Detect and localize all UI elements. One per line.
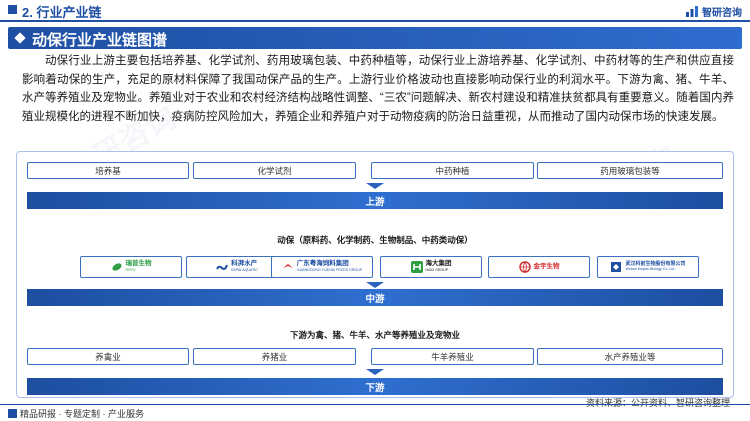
square-icon bbox=[8, 5, 17, 14]
downstream-label: 下游为禽、猪、牛羊、水产等养殖业及宠物业 bbox=[289, 330, 460, 340]
company-logo: 海大集团 HAID GROUP bbox=[380, 256, 482, 278]
section-header: 2. 行业产业链 智研咨询 bbox=[0, 0, 750, 22]
down-arrow-icon bbox=[366, 369, 384, 375]
downstream-band: 下游 bbox=[27, 378, 723, 395]
downstream-item: 养猪业 bbox=[193, 348, 356, 365]
upstream-item: 中药种植 bbox=[371, 162, 534, 179]
title-bar: 动保行业产业链图谱 bbox=[8, 27, 742, 49]
down-arrow-icon bbox=[366, 183, 384, 189]
downstream-item: 牛羊养殖业 bbox=[371, 348, 534, 365]
logo-text: 智研咨询 bbox=[702, 7, 742, 19]
upstream-item: 化学试剂 bbox=[193, 162, 356, 179]
leaf-icon bbox=[111, 263, 122, 271]
section-title: 2. 行业产业链 bbox=[22, 5, 102, 20]
wave-icon bbox=[216, 264, 229, 270]
source-note: 资料来源：公开资料、智研咨询整理 bbox=[585, 398, 730, 408]
cube-icon bbox=[611, 262, 622, 272]
diamond-icon bbox=[14, 32, 26, 44]
brand-logo: 智研咨询 bbox=[685, 3, 742, 19]
company-logo: 武汉科前生物股份有限公司 Wuhan Keqian Biology Co.,Ltd bbox=[597, 256, 699, 278]
company-logo: 广东粤海饲料集团 GUANGDONG YUEHAI FEEDS GROUP bbox=[271, 256, 373, 278]
description-paragraph: 动保行业上游主要包括培养基、化学试剂、药用玻璃包装、中药种植等，动保行业上游培养… bbox=[22, 55, 734, 123]
upstream-item: 药用玻璃包装等 bbox=[537, 162, 723, 179]
footer-divider bbox=[0, 404, 750, 405]
downstream-item: 水产养殖业等 bbox=[537, 348, 723, 365]
footer-tagline: 精品研报 · 专题定制 · 产业服务 bbox=[8, 407, 144, 420]
upstream-band: 上游 bbox=[27, 192, 723, 209]
logo-icon bbox=[686, 6, 698, 17]
downstream-item: 养禽业 bbox=[27, 348, 189, 365]
page-title: 动保行业产业链图谱 bbox=[32, 32, 168, 49]
company-logo: 瑞普生物 REPU bbox=[80, 256, 182, 278]
globe-icon bbox=[518, 261, 531, 273]
h-icon bbox=[410, 261, 423, 273]
down-arrow-icon bbox=[366, 282, 384, 288]
midstream-label: 动保（原料药、化学制药、生物制品、中药类动保） bbox=[277, 235, 473, 245]
company-logo: 金宇生物 bbox=[488, 256, 590, 278]
upstream-item: 培养基 bbox=[27, 162, 189, 179]
bird-icon bbox=[282, 264, 293, 268]
footer-text: 精品研报 · 专题定制 · 产业服务 bbox=[20, 409, 144, 419]
square-icon bbox=[8, 409, 17, 418]
midstream-band: 中游 bbox=[27, 289, 723, 306]
